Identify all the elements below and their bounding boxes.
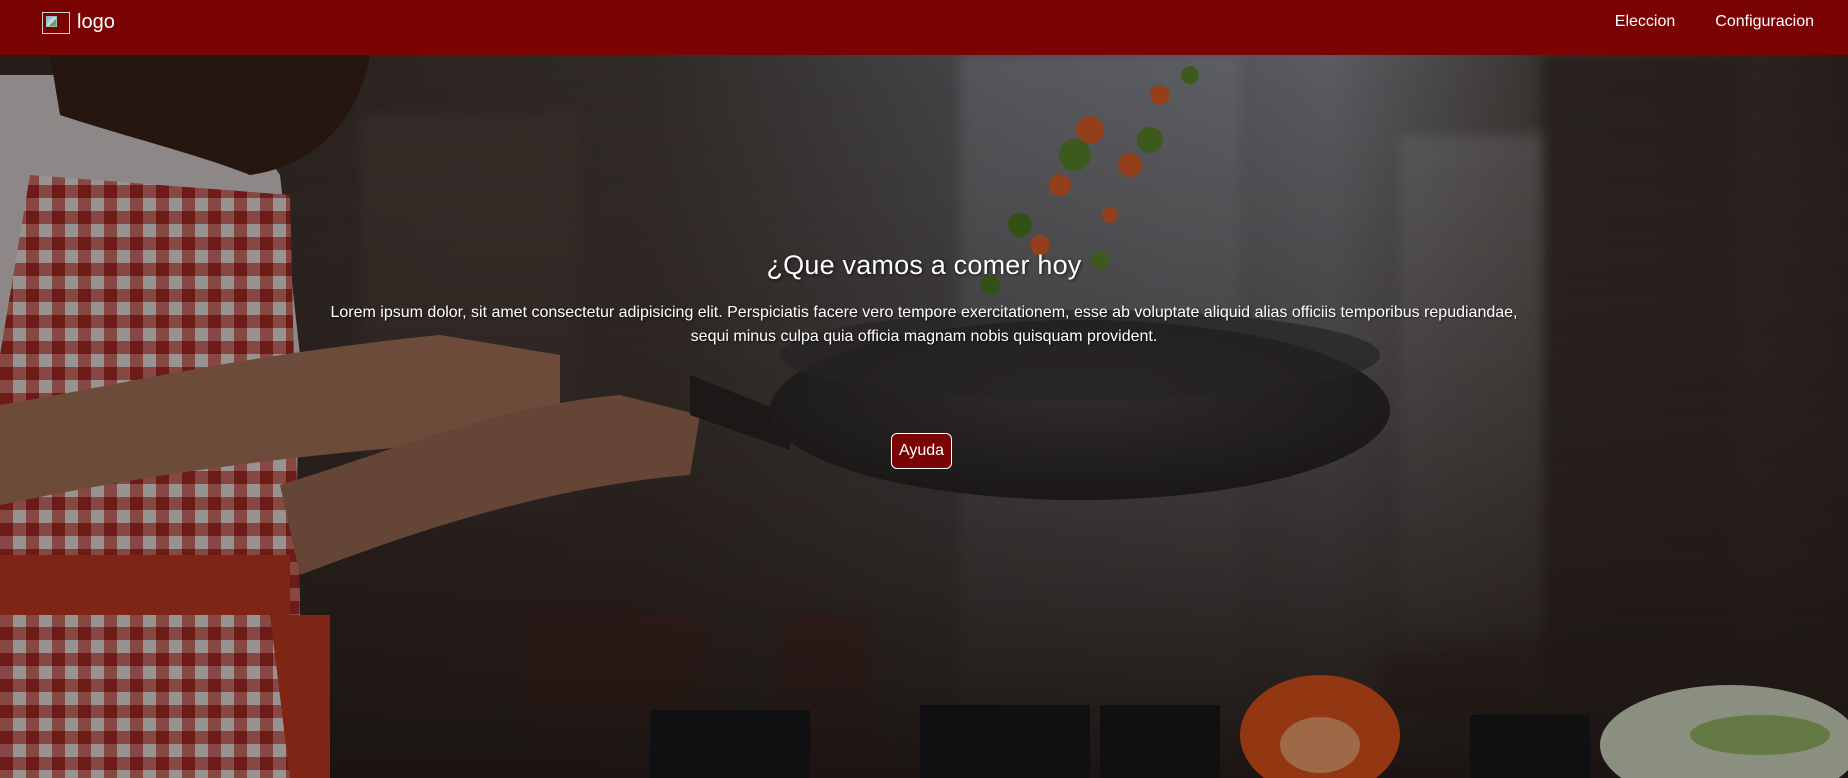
brand[interactable]: logo [42,11,115,34]
nav-links: Eleccion Configuracion [1615,13,1814,31]
logo-text: logo [77,11,115,33]
broken-image-icon [42,11,70,34]
nav-link-eleccion[interactable]: Eleccion [1615,13,1675,31]
nav-link-configuracion[interactable]: Configuracion [1715,13,1814,31]
help-button[interactable]: Ayuda [891,433,953,469]
hero-description: Lorem ipsum dolor, sit amet consectetur … [330,304,1518,345]
hero-overlay [0,55,1848,778]
hero-title: ¿Que vamos a comer hoy [766,250,1082,280]
hero-content: ¿Que vamos a comer hoy Lorem ipsum dolor… [0,250,1848,349]
navbar: logo Eleccion Configuracion [0,0,1848,55]
hero-section: ¿Que vamos a comer hoy Lorem ipsum dolor… [0,55,1848,778]
